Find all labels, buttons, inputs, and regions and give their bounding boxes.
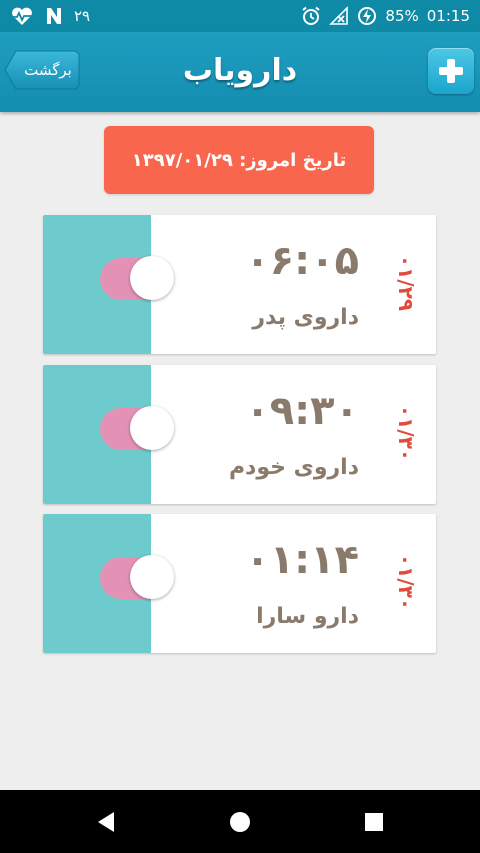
card-toggle-panel	[43, 514, 174, 653]
reminder-date: ۰۱/۲۹	[377, 243, 435, 323]
reminder-time: ۰۱:۱۴	[245, 537, 359, 583]
card-toggle-panel	[43, 365, 174, 504]
card-toggle-panel	[43, 215, 174, 354]
status-right: 85% 01:15	[301, 0, 470, 32]
reminder-time: ۰۶:۰۵	[245, 238, 359, 284]
status-left: ۲۹	[10, 0, 90, 32]
clock: 01:15	[426, 7, 470, 25]
home-circle-icon	[230, 812, 250, 832]
nav-back-button[interactable]	[90, 806, 122, 838]
app-title: دارویاب	[182, 53, 298, 88]
reminder-card[interactable]: ۰۹:۳۰ داروی خودم ۰۱/۳۰	[43, 365, 436, 504]
reminder-date: ۰۱/۳۰	[377, 542, 435, 622]
app-bar: برگشت دارویاب	[0, 32, 480, 112]
toggle-thumb[interactable]	[130, 256, 174, 300]
battery-percent: 85%	[385, 7, 419, 25]
battery-charging-icon	[357, 6, 377, 26]
notification-count: ۲۹	[74, 7, 91, 25]
reminder-time: ۰۹:۳۰	[245, 388, 359, 434]
recents-square-icon	[365, 813, 383, 831]
reminder-card[interactable]: ۰۶:۰۵ داروی پدر ۰۱/۲۹	[43, 215, 436, 354]
toggle-thumb[interactable]	[130, 555, 174, 599]
alarm-icon	[301, 6, 321, 26]
back-label: برگشت	[24, 61, 72, 79]
status-bar: ۲۹ 85% 01:15	[0, 0, 480, 32]
reminder-date: ۰۱/۳۰	[377, 393, 435, 473]
reminder-card[interactable]: ۰۱:۱۴ دارو سارا ۰۱/۳۰	[43, 514, 436, 653]
nav-home-button[interactable]	[224, 806, 256, 838]
reminder-date-text: ۰۱/۳۰	[393, 404, 418, 462]
reminder-date-text: ۰۱/۲۹	[393, 254, 418, 312]
toggle-thumb[interactable]	[130, 406, 174, 450]
n-app-icon	[44, 6, 64, 26]
nav-recents-button[interactable]	[358, 806, 390, 838]
add-button[interactable]	[428, 48, 474, 94]
heart-pulse-icon	[10, 6, 34, 26]
plus-icon	[439, 59, 463, 83]
back-button[interactable]: برگشت	[4, 50, 80, 90]
no-signal-icon	[329, 6, 349, 26]
reminder-name: دارو سارا	[256, 604, 359, 629]
today-date-banner: تاریخ امروز: ۱۳۹۷/۰۱/۲۹	[104, 126, 374, 194]
system-nav-bar	[0, 790, 480, 853]
back-triangle-icon	[98, 812, 114, 832]
reminder-name: داروی خودم	[228, 455, 359, 480]
reminder-date-text: ۰۱/۳۰	[393, 553, 418, 611]
today-date-text: تاریخ امروز: ۱۳۹۷/۰۱/۲۹	[131, 149, 347, 171]
reminder-name: داروی پدر	[252, 305, 359, 330]
